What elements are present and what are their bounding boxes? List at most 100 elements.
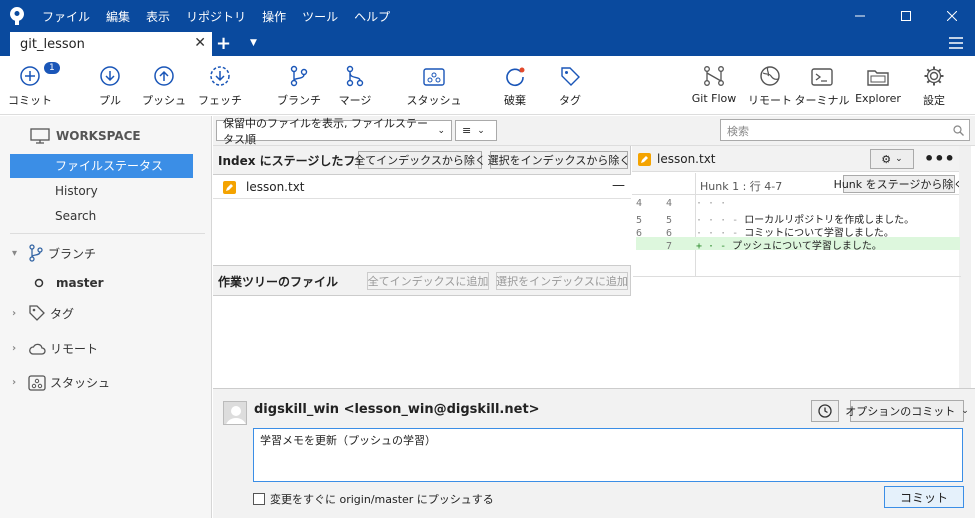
chevron-down-icon: ⌄	[895, 154, 903, 164]
push-now-checkbox[interactable]	[253, 493, 265, 505]
folder-icon	[867, 56, 889, 90]
staged-file-name: lesson.txt	[246, 180, 305, 194]
discard-button[interactable]: 破棄	[497, 56, 533, 115]
commit-button[interactable]: コミット	[884, 486, 964, 508]
settings-button[interactable]: 設定	[916, 56, 952, 115]
diff-header: lesson.txt ⚙ ⌄ •••	[632, 146, 964, 172]
menu-tools[interactable]: ツール	[294, 8, 346, 25]
chevron-down-icon: ⌄	[961, 406, 969, 416]
view-mode-label: ≡	[462, 124, 472, 137]
app-logo-icon	[0, 0, 34, 32]
diff-line: 5 5 · · · - ローカルリポジトリを作成しました。	[636, 211, 956, 226]
more-options-icon[interactable]: •••	[924, 149, 955, 168]
merge-button[interactable]: マージ	[334, 56, 376, 115]
pull-label: プル	[99, 94, 121, 107]
close-button[interactable]	[929, 0, 975, 32]
globe-icon	[759, 56, 781, 90]
old-line-number: 4	[636, 198, 643, 209]
sidebar-group-stashes[interactable]: › スタッシュ	[12, 374, 110, 391]
pull-button[interactable]: プル	[90, 56, 130, 115]
discard-icon	[504, 56, 526, 90]
chevron-right-icon: ›	[12, 307, 17, 319]
view-mode-dropdown[interactable]: ≡ ⌄	[455, 120, 497, 141]
unstage-hunk-button[interactable]: Hunk をステージから除く	[834, 175, 964, 193]
terminal-button[interactable]: ターミナル	[795, 56, 850, 115]
push-button[interactable]: プッシュ	[142, 56, 186, 115]
menu-repository[interactable]: リポジトリ	[178, 8, 254, 25]
commit-options-dropdown[interactable]: オプションのコミット ⌄	[845, 400, 969, 422]
remote-button[interactable]: リモート	[748, 56, 792, 115]
fetch-icon	[209, 56, 231, 90]
push-label: プッシュ	[142, 94, 186, 107]
stage-selected-button[interactable]: 選択をインデックスに追加	[496, 272, 628, 290]
diff-line: 4 4 · · ·	[636, 198, 956, 211]
stash-label: スタッシュ	[406, 94, 462, 107]
menu-view[interactable]: 表示	[138, 8, 178, 25]
sidebar-item-search[interactable]: Search	[10, 204, 193, 228]
diff-options-button[interactable]: ⚙ ⌄	[870, 149, 914, 169]
commit-history-button[interactable]	[811, 400, 839, 422]
pull-icon	[99, 56, 121, 90]
sidebar-item-history[interactable]: History	[10, 179, 193, 203]
explorer-button[interactable]: Explorer	[854, 56, 902, 115]
unstage-selected-button[interactable]: 選択をインデックスから除く	[488, 151, 630, 169]
menu-file[interactable]: ファイル	[34, 8, 98, 25]
tab-git-lesson[interactable]: git_lesson ✕	[10, 32, 212, 56]
menu-edit[interactable]: 編集	[98, 8, 138, 25]
toolbar: コミット 1 プル プッシュ フェッチ ブランチ マージ スタッシュ 破棄 タグ…	[0, 56, 975, 115]
push-now-option[interactable]: 変更をすぐに origin/master にプッシュする	[253, 491, 494, 507]
unstage-all-button[interactable]: 全てインデックスから除く	[354, 151, 486, 169]
list-item[interactable]: lesson.txt —	[213, 175, 631, 199]
chevron-right-icon: ›	[12, 377, 17, 388]
hamburger-menu-icon[interactable]	[949, 36, 963, 53]
remote-label: リモート	[748, 94, 792, 107]
fetch-label: フェッチ	[198, 94, 242, 107]
diff-text: プッシュについて学習しました。	[732, 241, 882, 252]
hunk-header: Hunk 1 : 行 4-7 Hunk をステージから除く	[632, 173, 964, 276]
sidebar-group-remotes[interactable]: › リモート	[12, 340, 98, 357]
window-controls	[837, 0, 975, 32]
diff-divider	[633, 276, 961, 277]
sidebar-group-tags[interactable]: › タグ	[12, 304, 74, 322]
stash-button[interactable]: スタッシュ	[406, 56, 462, 115]
terminal-label: ターミナル	[794, 94, 850, 107]
diff-panel: lesson.txt ⚙ ⌄ ••• Hunk 1 : 行 4-7 Hunk をス…	[632, 146, 964, 388]
minimize-button[interactable]	[837, 0, 883, 32]
tag-button[interactable]: タグ	[552, 56, 588, 115]
search-input[interactable]: 検索	[720, 119, 970, 141]
file-view-dropdown[interactable]: 保留中のファイルを表示, ファイルステータス順 ⌄	[216, 117, 452, 146]
stage-all-button[interactable]: 全てインデックスに追加	[367, 272, 489, 290]
diff-line-added: 7 + · - プッシュについて学習しました。	[636, 237, 960, 252]
title-bar: ファイル 編集 表示 リポジトリ 操作 ツール ヘルプ	[0, 0, 975, 32]
commit-message-text: 学習メモを更新（プッシュの学習）	[260, 434, 436, 447]
commit-toolbar-button[interactable]: コミット 1	[8, 56, 60, 115]
commit-options-label: オプションのコミット	[845, 405, 956, 418]
sidebar: WORKSPACE ファイルステータス History Search ▾ ブラン…	[0, 116, 212, 518]
branch-button[interactable]: ブランチ	[277, 56, 321, 115]
gitflow-label: Git Flow	[691, 92, 737, 105]
tab-close-icon[interactable]: ✕	[194, 35, 206, 51]
commit-message-input[interactable]: 学習メモを更新（プッシュの学習）	[253, 428, 963, 482]
menu-help[interactable]: ヘルプ	[346, 8, 398, 25]
gitflow-button[interactable]: Git Flow	[690, 56, 738, 115]
tab-dropdown-icon[interactable]: ▼	[250, 38, 257, 48]
tab-label: git_lesson	[20, 36, 85, 52]
new-tab-icon[interactable]: +	[216, 33, 231, 54]
sidebar-group-branches[interactable]: ▾ ブランチ	[12, 244, 96, 262]
master-label: master	[56, 276, 104, 290]
maximize-button[interactable]	[883, 0, 929, 32]
diff-text: · · ·	[696, 198, 727, 209]
unstage-file-icon[interactable]: —	[612, 178, 625, 193]
menu-actions[interactable]: 操作	[254, 8, 294, 25]
search-placeholder: 検索	[727, 125, 749, 138]
sidebar-item-file-status[interactable]: ファイルステータス	[10, 154, 193, 178]
fetch-button[interactable]: フェッチ	[198, 56, 242, 115]
workspace-header: WORKSPACE	[30, 128, 141, 144]
file-view-label: 保留中のファイルを表示, ファイルステータス順	[223, 116, 428, 146]
avatar	[223, 401, 247, 425]
tag-icon	[559, 56, 581, 90]
sidebar-item-master[interactable]: master	[34, 276, 104, 290]
gear-icon: ⚙	[881, 152, 892, 166]
diff-scrollbar[interactable]	[959, 146, 971, 388]
monitor-icon	[30, 128, 50, 144]
